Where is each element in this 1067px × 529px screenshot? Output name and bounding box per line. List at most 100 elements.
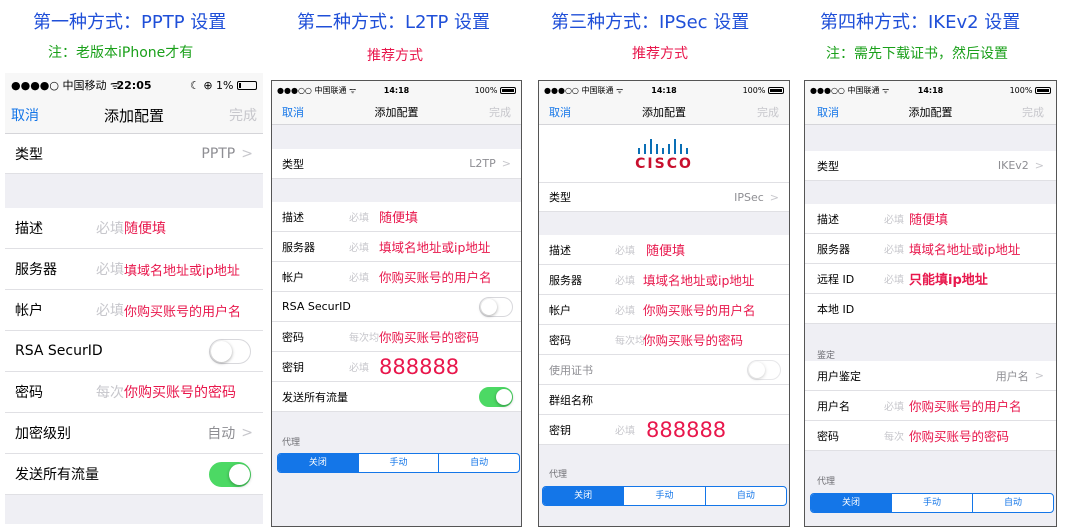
cancel-button[interactable]: 取消 <box>817 104 839 120</box>
proxy-segmented-control[interactable]: 关闭 手动 自动 <box>542 486 787 506</box>
done-button[interactable]: 完成 <box>229 105 257 125</box>
username-hint: 你购买账号的用户名 <box>909 399 1022 414</box>
use-certificate-toggle[interactable] <box>747 360 781 380</box>
remote-id-row[interactable]: 远程 ID 必填 只能填ip地址 <box>805 264 1056 294</box>
ikev2-phone-screen: ●●●○○ 中国联通 ᯤ 14:18 100% 取消 添加配置 完成 类型 IK… <box>804 80 1057 527</box>
description-label: 描述 <box>15 221 43 237</box>
chevron-right-icon: > <box>769 190 779 204</box>
type-label: 类型 <box>15 146 43 163</box>
password-hint: 你购买账号的密码 <box>643 333 744 348</box>
account-label: 帐户 <box>549 303 571 317</box>
proxy-option-off[interactable]: 关闭 <box>278 454 358 472</box>
server-row[interactable]: 服务器 必填 填域名地址或ip地址 <box>805 234 1056 264</box>
local-id-row[interactable]: 本地 ID <box>805 294 1056 324</box>
username-row[interactable]: 用户名 必填 你购买账号的用户名 <box>805 391 1056 421</box>
password-placeholder: 每次均 <box>615 336 645 347</box>
password-label: 密码 <box>549 333 571 347</box>
password-row[interactable]: 密码 每次 你购买账号的密码 <box>5 372 263 413</box>
proxy-section-header: 代理 <box>549 470 568 480</box>
account-row[interactable]: 帐户 必填 你购买账号的用户名 <box>272 262 521 292</box>
type-row[interactable]: 类型 PPTP > <box>5 134 263 174</box>
secret-label: 密钥 <box>549 423 571 437</box>
proxy-option-off[interactable]: 关闭 <box>811 494 891 512</box>
use-certificate-row: 使用证书 <box>539 355 789 385</box>
description-hint: 随便填 <box>379 211 419 226</box>
rsa-securid-label: RSA SecurID <box>15 343 103 359</box>
clock: 14:18 <box>383 85 410 95</box>
rsa-securid-toggle[interactable] <box>479 297 513 317</box>
secret-row[interactable]: 密钥 必填 888888 <box>539 415 789 445</box>
description-placeholder: 必填 <box>349 213 369 224</box>
proxy-section-header: 代理 <box>282 438 301 448</box>
remote-id-placeholder: 必填 <box>884 275 904 286</box>
description-row[interactable]: 描述 必填 随便填 <box>272 202 521 232</box>
password-row[interactable]: 密码 每次均 你购买账号的密码 <box>539 325 789 355</box>
description-row[interactable]: 描述 必填 随便填 <box>5 208 263 249</box>
send-all-traffic-toggle[interactable] <box>479 387 513 407</box>
server-hint: 填域名地址或ip地址 <box>909 242 1021 257</box>
proxy-option-manual[interactable]: 手动 <box>891 494 972 512</box>
send-all-traffic-label: 发送所有流量 <box>282 390 348 404</box>
account-row[interactable]: 帐户 必填 你购买账号的用户名 <box>5 290 263 331</box>
cancel-button[interactable]: 取消 <box>282 104 304 120</box>
username-label: 用户名 <box>817 399 850 413</box>
proxy-option-auto[interactable]: 自动 <box>438 454 519 472</box>
encryption-level-row[interactable]: 加密级别 自动 > <box>5 413 263 454</box>
clock: 14:18 <box>651 85 677 95</box>
server-placeholder: 必填 <box>615 276 635 287</box>
remote-id-hint: 只能填ip地址 <box>909 273 988 288</box>
rsa-securid-toggle[interactable] <box>209 339 251 364</box>
server-row[interactable]: 服务器 必填 填域名地址或ip地址 <box>5 249 263 290</box>
server-row[interactable]: 服务器 必填 填域名地址或ip地址 <box>539 265 789 295</box>
description-label: 描述 <box>549 243 571 257</box>
account-placeholder: 必填 <box>349 273 369 284</box>
clock: 14:18 <box>917 85 944 95</box>
done-button[interactable]: 完成 <box>1022 104 1044 120</box>
nav-title: 添加配置 <box>374 105 419 119</box>
proxy-option-auto[interactable]: 自动 <box>704 487 786 505</box>
server-hint: 填域名地址或ip地址 <box>643 273 755 288</box>
proxy-option-manual[interactable]: 手动 <box>357 454 439 472</box>
nav-title: 添加配置 <box>908 105 953 119</box>
user-auth-row[interactable]: 用户鉴定 用户名 > <box>805 361 1056 391</box>
ipsec-phone-screen: ●●●○○ 中国联通 ᯤ 14:18 100% 取消 添加配置 完成 CISCO… <box>538 80 790 527</box>
local-id-label: 本地 ID <box>817 302 855 316</box>
secret-hint: 888888 <box>379 354 460 379</box>
rsa-securid-row: RSA SecurID <box>272 292 521 322</box>
done-button[interactable]: 完成 <box>489 104 511 120</box>
secret-row[interactable]: 密钥 必填 888888 <box>272 352 521 382</box>
description-row[interactable]: 描述 必填 随便填 <box>539 235 789 265</box>
send-all-traffic-row: 发送所有流量 <box>5 454 263 495</box>
ikev2-heading: 第四种方式：IKEv2 设置 <box>820 12 1021 33</box>
cisco-logo-header: CISCO <box>539 125 789 184</box>
rsa-securid-row: RSA SecurID <box>5 331 263 372</box>
server-label: 服务器 <box>15 262 57 278</box>
l2tp-phone-screen: ●●●○○ 中国联通 ᯤ 14:18 100% 取消 添加配置 完成 类型 L2… <box>271 80 522 527</box>
send-all-traffic-toggle[interactable] <box>209 462 251 487</box>
type-row[interactable]: 类型 IKEv2 > <box>805 151 1056 181</box>
account-row[interactable]: 帐户 必填 你购买账号的用户名 <box>539 295 789 325</box>
cancel-button[interactable]: 取消 <box>11 105 39 125</box>
proxy-option-auto[interactable]: 自动 <box>972 494 1053 512</box>
l2tp-note: 推荐方式 <box>367 48 423 64</box>
status-bar: ●●●●○ 中国移动 ᯤ 22:05 ☾ ⊕ 1% <box>5 73 263 97</box>
pptp-heading: 第一种方式：PPTP 设置 <box>33 12 227 33</box>
proxy-segmented-control[interactable]: 关闭 手动 自动 <box>810 493 1054 513</box>
type-row[interactable]: 类型 L2TP > <box>272 149 521 179</box>
proxy-segmented-control[interactable]: 关闭 手动 自动 <box>277 453 520 473</box>
group-name-row[interactable]: 群组名称 <box>539 385 789 415</box>
cancel-button[interactable]: 取消 <box>549 104 571 120</box>
password-row[interactable]: 密码 每次 你购买账号的密码 <box>805 421 1056 451</box>
nav-bar: 取消 添加配置 完成 <box>539 99 789 125</box>
password-row[interactable]: 密码 每次均 你购买账号的密码 <box>272 322 521 352</box>
proxy-option-off[interactable]: 关闭 <box>543 487 624 505</box>
proxy-option-manual[interactable]: 手动 <box>623 487 704 505</box>
type-row[interactable]: 类型 IPSec > <box>539 182 789 212</box>
chevron-right-icon: > <box>241 145 253 162</box>
type-label: 类型 <box>549 191 571 204</box>
description-row[interactable]: 描述 必填 随便填 <box>805 204 1056 234</box>
remote-id-label: 远程 ID <box>817 272 855 286</box>
done-button[interactable]: 完成 <box>757 104 779 120</box>
server-row[interactable]: 服务器 必填 填域名地址或ip地址 <box>272 232 521 262</box>
account-hint: 你购买账号的用户名 <box>379 270 492 285</box>
